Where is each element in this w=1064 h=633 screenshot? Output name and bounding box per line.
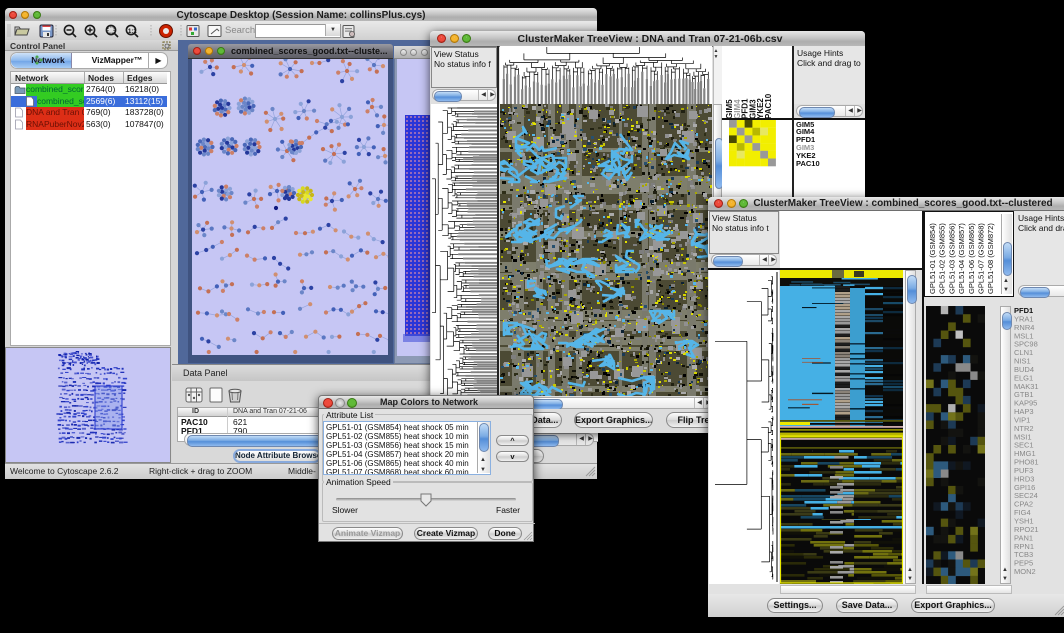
svg-text:MON2: MON2: [1014, 567, 1036, 576]
svg-text:GPL51-06 (GSM865): GPL51-06 (GSM865): [967, 223, 976, 294]
svg-text:GPL51-03 (GSM856): GPL51-03 (GSM856): [947, 223, 956, 294]
svg-text:GPL51-07 (GSM868): GPL51-07 (GSM868): [977, 223, 986, 294]
svg-text:GPL51-01 (GSM854): GPL51-01 (GSM854): [928, 223, 937, 294]
svg-text:PAC10: PAC10: [764, 93, 773, 119]
svg-text:GPL51-02 (GSM855): GPL51-02 (GSM855): [938, 223, 947, 294]
svg-text:GPL51-08 (GSM872): GPL51-08 (GSM872): [986, 223, 995, 294]
svg-text:1:1: 1:1: [128, 29, 137, 35]
svg-text:GPL51-04 (GSM857): GPL51-04 (GSM857): [957, 223, 966, 294]
